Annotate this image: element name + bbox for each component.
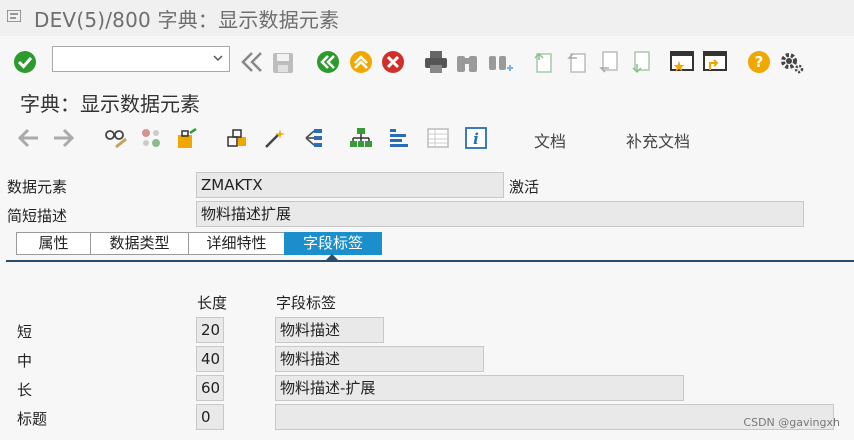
short-description-field[interactable]: 物料描述扩展 bbox=[196, 201, 804, 227]
checkmark-icon bbox=[14, 51, 36, 73]
command-input[interactable] bbox=[53, 47, 211, 71]
field-label-column-header: 字段标签 bbox=[276, 294, 337, 312]
table-doc-icon bbox=[427, 128, 449, 148]
system-toolbar: ? bbox=[0, 36, 854, 86]
print-button[interactable] bbox=[423, 50, 449, 74]
status-text: 激活 bbox=[509, 178, 540, 196]
command-field[interactable] bbox=[52, 46, 230, 72]
back-button[interactable] bbox=[316, 50, 340, 74]
double-chevron-left-icon bbox=[241, 52, 262, 72]
row-short-label: 短 bbox=[17, 323, 33, 341]
check-button[interactable] bbox=[176, 127, 200, 149]
other-object-button[interactable] bbox=[140, 127, 162, 149]
navigation-button[interactable] bbox=[302, 127, 326, 149]
back-icon bbox=[317, 51, 339, 73]
exit-button[interactable] bbox=[349, 50, 373, 74]
display-list-button[interactable] bbox=[387, 127, 411, 149]
find-next-button[interactable] bbox=[487, 50, 513, 74]
length-column-header: 长度 bbox=[197, 294, 228, 312]
heading-length-field[interactable]: 0 bbox=[196, 404, 224, 430]
row-long-label: 长 bbox=[17, 381, 33, 399]
last-page-icon bbox=[632, 51, 650, 74]
data-element-label: 数据元素 bbox=[7, 178, 68, 196]
cancel-button[interactable] bbox=[381, 50, 405, 74]
help-icon: ? bbox=[748, 51, 770, 73]
create-session-button[interactable] bbox=[669, 50, 695, 74]
long-label-field[interactable]: 物料描述-扩展 bbox=[275, 375, 684, 401]
chevron-down-icon[interactable] bbox=[212, 52, 224, 64]
long-length-field[interactable]: 60 bbox=[196, 375, 224, 401]
title-bar: DEV(5)/800 字典：显示数据元素 bbox=[0, 0, 854, 36]
first-page-button[interactable] bbox=[531, 50, 555, 74]
next-page-icon bbox=[599, 51, 618, 73]
collapse-toolbar-button[interactable] bbox=[240, 51, 264, 73]
binoculars-icon bbox=[457, 56, 477, 72]
short-description-label: 简短描述 bbox=[7, 207, 68, 225]
tab-strip: 属性 数据类型 详细特性 字段标签 bbox=[16, 232, 382, 255]
medium-length-field[interactable]: 40 bbox=[196, 346, 224, 372]
row-heading-label: 标题 bbox=[17, 410, 48, 428]
first-page-icon bbox=[534, 52, 552, 73]
svg-text:?: ? bbox=[755, 53, 764, 71]
arrow-left-icon bbox=[18, 128, 38, 148]
printer-icon bbox=[425, 51, 447, 73]
find-button[interactable] bbox=[455, 50, 479, 74]
tab-field-labels[interactable]: 字段标签 bbox=[284, 232, 382, 255]
shortcut-button[interactable] bbox=[702, 50, 728, 74]
check-object-icon bbox=[178, 127, 197, 148]
previous-page-button[interactable] bbox=[565, 50, 589, 74]
new-window-star-icon bbox=[670, 51, 694, 72]
data-element-field[interactable]: ZMAKTX bbox=[196, 172, 504, 198]
save-button[interactable] bbox=[271, 51, 295, 75]
last-page-button[interactable] bbox=[629, 50, 653, 74]
svg-text:i: i bbox=[473, 130, 479, 148]
arrow-right-icon bbox=[54, 128, 74, 148]
tab-attributes[interactable]: 属性 bbox=[16, 232, 90, 255]
hierarchy-button[interactable] bbox=[349, 127, 373, 149]
medium-label-field[interactable]: 物料描述 bbox=[275, 346, 484, 372]
hierarchy-branch-icon bbox=[305, 129, 322, 147]
tab-data-type[interactable]: 数据类型 bbox=[90, 232, 188, 255]
info-icon: i bbox=[465, 127, 487, 149]
watermark: CSDN @gavingxh bbox=[743, 416, 840, 429]
info-button[interactable]: i bbox=[464, 127, 488, 149]
settings-button[interactable] bbox=[779, 50, 805, 74]
activate-icon bbox=[227, 129, 246, 147]
documentation-button[interactable]: 文档 bbox=[534, 128, 566, 152]
enter-button[interactable] bbox=[13, 50, 37, 74]
tab-divider bbox=[6, 260, 854, 262]
display-change-button[interactable] bbox=[104, 127, 128, 149]
binoculars-plus-icon bbox=[489, 56, 513, 71]
glasses-pencil-icon bbox=[105, 130, 127, 149]
short-label-field[interactable]: 物料描述 bbox=[275, 317, 384, 343]
application-toolbar: i bbox=[0, 122, 854, 158]
row-medium-label: 中 bbox=[17, 352, 33, 370]
documentation-preview-button[interactable] bbox=[426, 127, 450, 149]
screen-title: 字典：显示数据元素 bbox=[20, 92, 200, 116]
nav-forward-button[interactable] bbox=[52, 128, 74, 148]
save-icon bbox=[273, 53, 293, 73]
cancel-icon bbox=[382, 51, 404, 73]
window-title: DEV(5)/800 字典：显示数据元素 bbox=[34, 8, 340, 32]
supplementary-documentation-button[interactable]: 补充文档 bbox=[626, 128, 690, 152]
help-button[interactable]: ? bbox=[747, 50, 771, 74]
gear-icon bbox=[781, 53, 804, 74]
menu-icon[interactable] bbox=[7, 10, 21, 22]
shortcut-icon bbox=[703, 51, 727, 71]
magic-wand-icon bbox=[265, 129, 285, 148]
org-chart-icon bbox=[350, 128, 372, 147]
short-length-field[interactable]: 20 bbox=[196, 317, 224, 343]
previous-page-icon bbox=[567, 53, 586, 73]
tab-further-characteristics[interactable]: 详细特性 bbox=[188, 232, 284, 255]
exit-icon bbox=[350, 51, 372, 73]
list-icon bbox=[390, 129, 408, 147]
activate-button[interactable] bbox=[225, 127, 249, 149]
nav-back-button[interactable] bbox=[18, 128, 40, 148]
other-object-icon bbox=[142, 129, 160, 147]
next-page-button[interactable] bbox=[597, 50, 621, 74]
where-used-button[interactable] bbox=[263, 127, 287, 149]
